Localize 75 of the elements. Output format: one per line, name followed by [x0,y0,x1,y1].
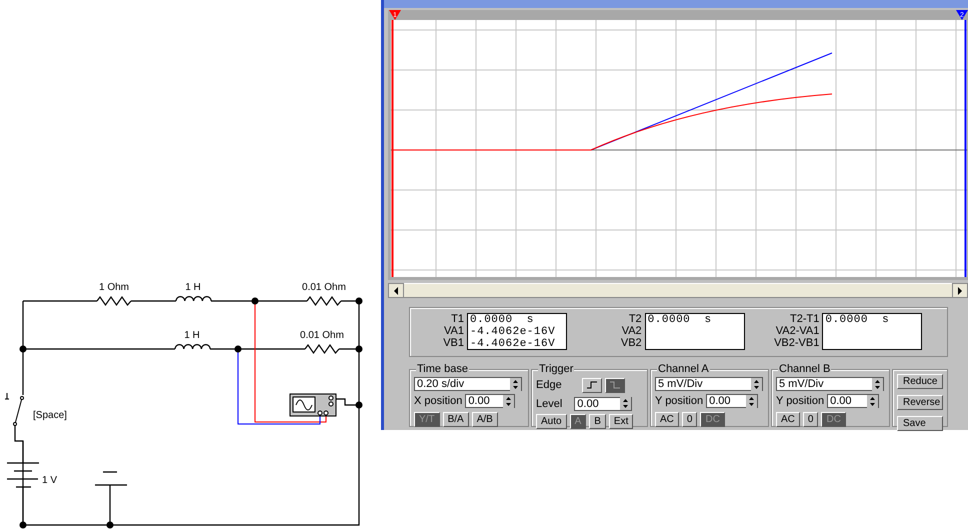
readout-label: VA1 [444,325,464,337]
field-label: X position [414,394,462,409]
key-marker-icon [4,392,10,400]
scroll-left-button[interactable] [388,283,404,298]
action-button[interactable]: Save [897,416,943,431]
toggle-button[interactable]: A/B [472,412,498,426]
readout-label: VA2 [622,325,642,337]
switch-symbol [13,396,24,426]
readout-label: T2-T1 [790,313,820,325]
readout-label: T1 [451,313,464,325]
toggle-button[interactable]: AC [776,412,800,426]
field-label: Y position [776,394,824,409]
toggle-button[interactable]: 0 [802,412,818,426]
toggle-button[interactable]: B/A [442,412,469,426]
junction-dot [356,346,362,352]
junction-dot [234,346,242,352]
readout-label: VB1 [443,337,464,349]
junction-dot [252,298,258,304]
edge-button[interactable] [582,378,602,393]
toggle-button[interactable]: Ext [608,414,634,429]
resistor-symbol [306,296,342,306]
spin-arrows-icon[interactable] [751,378,762,390]
readout-label: VA2-VA1 [776,325,820,337]
readout-label: VB2 [620,337,642,349]
falling-edge-icon [610,381,620,390]
readout-display: 0.0000 s -4.4062e-16V -4.4062e-16V [467,313,567,350]
readout-display: 0.0000 s [644,313,745,350]
readout-display: 0.0000 s [822,313,922,350]
component-label: 0.01 Ohm [300,330,344,341]
field-label: Level [536,396,562,412]
x-position-field[interactable]: 0.00 [465,394,516,408]
resistor-symbol [304,344,340,354]
action-button[interactable]: Reduce [897,374,943,389]
toggle-button[interactable]: 0 [682,412,698,426]
readout-label: VB2-VB1 [774,337,820,349]
component-label: 0.01 Ohm [302,282,346,293]
junction-dot [106,522,114,528]
field-label: Edge [536,378,562,393]
y-position-field[interactable]: 0.00 [706,394,758,408]
junction-dot [20,522,26,528]
junction-dot [356,402,362,408]
action-button[interactable]: Reverse [897,395,943,410]
inductor-symbol [174,344,211,350]
volts-per-div-field[interactable]: 5 mV/Div [655,377,763,391]
edge-button[interactable] [604,378,625,393]
toggle-button[interactable]: AC [655,412,679,426]
spin-arrows-icon[interactable] [867,394,878,408]
switch-key-label: [Space] [33,410,67,421]
scroll-right-button[interactable] [952,283,968,298]
junction-dot [20,346,26,352]
rising-edge-icon [586,381,597,390]
component-label: 1 H [184,330,200,341]
readout-label: T2 [628,313,642,325]
spin-arrows-icon[interactable] [510,378,521,390]
volts-per-div-field[interactable]: 5 mV/Div [776,377,884,391]
field-label: Y position [655,394,704,409]
time-scale-field[interactable]: 0.20 s/div [414,377,522,391]
trigger-level-field[interactable]: 0.00 [574,396,632,411]
toggle-button[interactable]: B [589,414,606,429]
y-position-field[interactable]: 0.00 [827,394,880,408]
spin-arrows-icon[interactable] [872,378,883,390]
junction-dot [356,298,362,304]
component-label: 1 H [185,282,201,293]
resistor-symbol [96,296,132,306]
spin-arrows-icon[interactable] [620,397,632,410]
group-title: Trigger [538,362,574,376]
toggle-button[interactable]: Auto [536,414,567,429]
component-label: 1 Ohm [99,282,129,293]
inductor-symbol [175,296,212,302]
battery-label: 1 V [42,475,58,486]
spin-arrows-icon[interactable] [503,394,514,408]
ground-symbol [94,471,128,486]
battery-symbol [6,462,40,488]
spin-arrows-icon[interactable] [746,394,758,408]
oscilloscope-icon [290,394,336,416]
